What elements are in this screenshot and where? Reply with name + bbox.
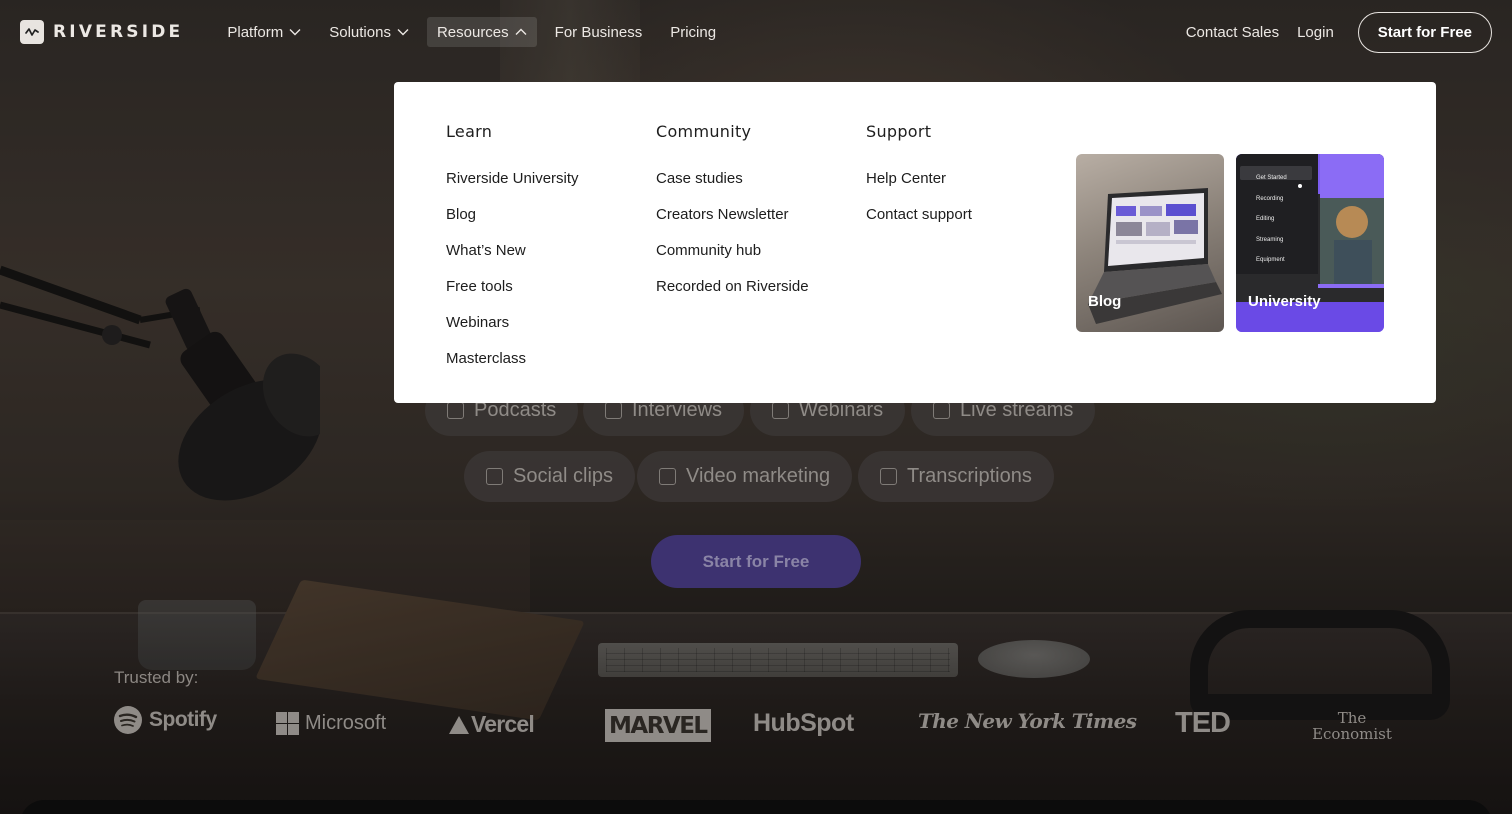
link-contact-support[interactable]: Contact support — [866, 196, 972, 232]
link-community-hub[interactable]: Community hub — [656, 232, 809, 268]
nav-solutions[interactable]: Solutions — [319, 17, 419, 47]
brand-name: The New York Times — [918, 709, 1137, 733]
link-webinars[interactable]: Webinars — [446, 304, 579, 340]
chip-video-marketing[interactable]: Video marketing — [637, 451, 853, 502]
link-riverside-university[interactable]: Riverside University — [446, 160, 579, 196]
dropdown-column-learn: Learn Riverside University Blog What’s N… — [446, 122, 579, 376]
brand-logo-ted: TED — [1175, 707, 1231, 740]
checkbox-icon — [933, 402, 950, 419]
nav-for-business[interactable]: For Business — [545, 17, 653, 47]
brand-logo-vercel: Vercel — [449, 711, 535, 738]
chevron-up-icon — [515, 28, 527, 35]
vercel-icon — [449, 715, 469, 734]
card-label: University — [1248, 293, 1321, 310]
link-help-center[interactable]: Help Center — [866, 160, 972, 196]
column-title: Community — [656, 122, 752, 141]
chip-label: Transcriptions — [907, 465, 1032, 487]
riverside-logo[interactable]: RIVERSIDE — [20, 20, 183, 44]
brand-logo-hubspot: HubSpot — [753, 709, 854, 738]
chip-social-clips[interactable]: Social clips — [464, 451, 636, 502]
nav-resources[interactable]: Resources — [426, 17, 537, 47]
brand-logo-economist: The Economist — [1306, 710, 1398, 742]
brand-name: Spotify — [149, 708, 217, 731]
hero-start-free-button[interactable]: Start for Free — [651, 535, 861, 588]
nav-label: Platform — [227, 23, 284, 41]
checkbox-icon — [659, 468, 676, 485]
brand-name: Microsoft — [305, 712, 387, 734]
logo-text: RIVERSIDE — [53, 22, 184, 42]
nav-label: Resources — [436, 23, 509, 41]
chip-label: Social clips — [513, 465, 614, 487]
link-free-tools[interactable]: Free tools — [446, 268, 579, 304]
blog-card[interactable]: Blog — [1076, 154, 1224, 332]
nav-pricing[interactable]: Pricing — [660, 17, 726, 47]
resources-dropdown: Learn Riverside University Blog What’s N… — [394, 82, 1436, 403]
microsoft-icon — [276, 712, 299, 735]
university-menu-item: Streaming — [1256, 236, 1284, 243]
card-label: Blog — [1088, 293, 1122, 310]
university-menu-item: Get Started — [1256, 175, 1287, 181]
brand-name: TED — [1175, 707, 1231, 739]
nav-label: For Business — [554, 23, 643, 41]
link-blog[interactable]: Blog — [446, 196, 579, 232]
column-title: Learn — [446, 122, 493, 141]
brand-logo-marvel: MARVEL — [605, 709, 711, 742]
university-menu-item: Recording — [1256, 195, 1284, 202]
chip-transcriptions[interactable]: Transcriptions — [858, 451, 1054, 502]
chip-label: Video marketing — [686, 465, 831, 487]
nav-label: Solutions — [329, 23, 391, 41]
checkbox-icon — [880, 468, 897, 485]
checkbox-icon — [447, 402, 464, 419]
brand-logo-microsoft: Microsoft — [276, 712, 386, 735]
checkbox-icon — [772, 402, 789, 419]
university-menu: Get Started Recording Editing Streaming … — [1256, 168, 1287, 271]
checkbox-icon — [605, 402, 622, 419]
link-recorded-on-riverside[interactable]: Recorded on Riverside — [656, 268, 809, 304]
link-masterclass[interactable]: Masterclass — [446, 340, 579, 376]
dropdown-column-support: Support Help Center Contact support — [866, 122, 972, 232]
top-nav: RIVERSIDE Platform Solutions Resources F… — [0, 0, 1512, 64]
university-menu-item: Editing — [1256, 216, 1275, 222]
university-card[interactable]: Get Started Recording Editing Streaming … — [1236, 154, 1384, 332]
link-case-studies[interactable]: Case studies — [656, 160, 809, 196]
column-title: Support — [866, 122, 932, 141]
spotify-icon — [114, 706, 142, 734]
brand-logo-nyt: The New York Times — [918, 709, 1137, 733]
brand-name: HubSpot — [753, 709, 854, 737]
nav-platform[interactable]: Platform — [217, 17, 311, 47]
university-menu-item: Equipment — [1256, 257, 1285, 263]
contact-sales-link[interactable]: Contact Sales — [1186, 24, 1279, 41]
link-creators-newsletter[interactable]: Creators Newsletter — [656, 196, 809, 232]
riverside-logo-icon — [20, 20, 44, 44]
login-link[interactable]: Login — [1297, 24, 1334, 41]
chevron-down-icon — [397, 29, 409, 36]
brand-name: MARVEL — [609, 712, 708, 739]
brand-name: Vercel — [471, 711, 535, 737]
start-free-button[interactable]: Start for Free — [1357, 11, 1492, 53]
trusted-by-label: Trusted by: — [114, 668, 199, 687]
chevron-down-icon — [289, 29, 301, 36]
dropdown-column-community: Community Case studies Creators Newslett… — [656, 122, 809, 304]
checkbox-icon — [486, 468, 503, 485]
brand-logo-spotify: Spotify — [113, 705, 217, 735]
link-whats-new[interactable]: What’s New — [446, 232, 579, 268]
brand-name: The Economist — [1312, 709, 1392, 743]
nav-label: Pricing — [670, 23, 717, 41]
